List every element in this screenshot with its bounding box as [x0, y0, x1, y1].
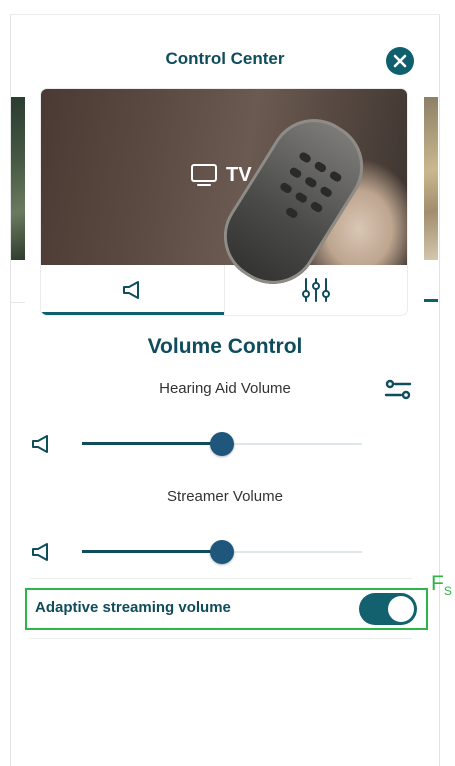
- speaker-icon: [123, 281, 140, 299]
- slider-fill: [82, 550, 222, 553]
- hearing-aid-volume-slider[interactable]: [30, 432, 370, 456]
- slider-thumb[interactable]: [210, 540, 234, 564]
- slider-thumb[interactable]: [210, 432, 234, 456]
- settings-button[interactable]: [384, 379, 412, 401]
- annotation-label: FS: [431, 572, 452, 599]
- tv-label: TV: [190, 163, 252, 187]
- device-card-tv[interactable]: TV: [41, 89, 407, 315]
- divider: [30, 578, 412, 579]
- close-icon: [393, 54, 407, 68]
- streamer-volume-label: Streamer Volume: [167, 488, 283, 505]
- settings-icon: [384, 379, 412, 400]
- streamer-volume-slider[interactable]: [30, 540, 370, 564]
- device-card-tabs: [41, 265, 407, 315]
- adaptive-streaming-toggle[interactable]: [359, 593, 417, 625]
- tv-remote-image: TV: [41, 89, 407, 301]
- tab-equalizer[interactable]: [223, 265, 408, 315]
- toggle-knob: [388, 596, 414, 622]
- device-name: TV: [226, 163, 252, 186]
- speaker-icon: [32, 435, 48, 453]
- hearing-aid-volume-label: Hearing Aid Volume: [159, 380, 291, 397]
- divider: [30, 638, 412, 639]
- slider-fill: [82, 442, 222, 445]
- next-device-card-tabs: [424, 260, 438, 302]
- adaptive-streaming-row: Adaptive streaming volume: [25, 588, 428, 630]
- prev-device-card-tabs: [11, 260, 25, 303]
- next-device-card[interactable]: [424, 97, 438, 260]
- prev-device-card[interactable]: [11, 97, 25, 260]
- speaker-icon: [32, 543, 48, 561]
- tv-icon: [191, 164, 217, 186]
- close-button[interactable]: [386, 47, 414, 75]
- tab-volume[interactable]: [41, 265, 224, 315]
- page-title: Control Center: [165, 49, 285, 68]
- section-title: Volume Control: [147, 335, 303, 358]
- adaptive-streaming-label: Adaptive streaming volume: [35, 599, 231, 616]
- sliders-icon: [301, 278, 330, 302]
